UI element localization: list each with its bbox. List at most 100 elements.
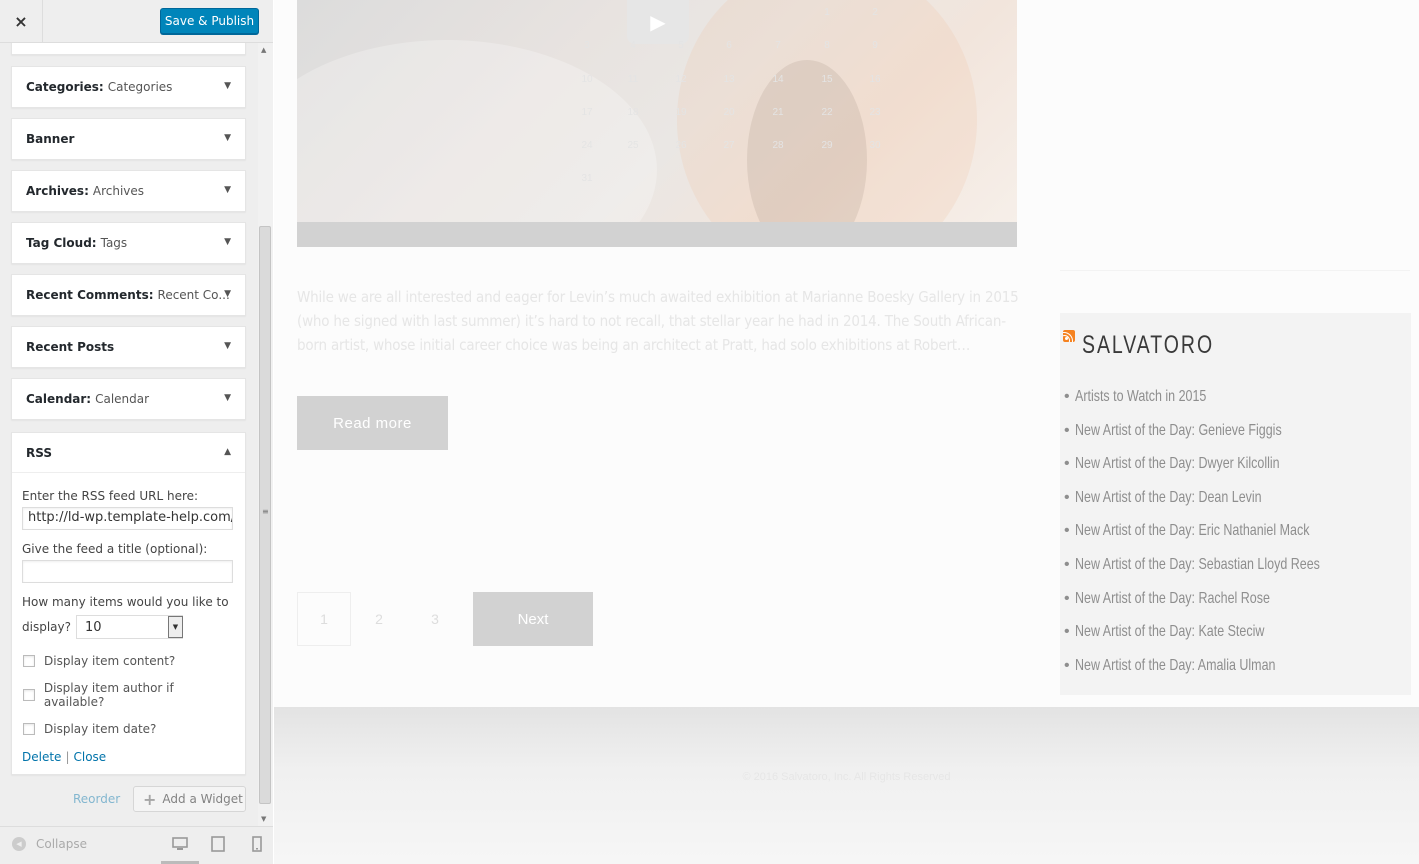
widget-tag-cloud[interactable]: Tag Cloud: Tags ▼: [11, 222, 246, 264]
show-content-checkbox[interactable]: [23, 655, 35, 667]
calendar-day: 1: [824, 7, 830, 18]
rss-feed-item[interactable]: • New Artist of the Day: Eric Nathaniel M…: [1064, 522, 1404, 556]
show-author-checkbox[interactable]: [23, 689, 35, 701]
widget-header[interactable]: Recent Posts ▼: [12, 327, 245, 367]
save-publish-button[interactable]: Save & Publish: [160, 8, 259, 34]
rss-feed-widget: SALVATORO • Artists to Watch in 2015 • New …: [1060, 313, 1411, 695]
calendar-day: 11: [627, 74, 639, 85]
pagination-next-button[interactable]: Next: [473, 592, 593, 646]
rss-feed-item-link[interactable]: New Artist of the Day: Kate Steciw: [1075, 623, 1264, 641]
rss-feed-item-link[interactable]: New Artist of the Day: Dean Levin: [1075, 489, 1262, 507]
rss-feed-item[interactable]: • New Artist of the Day: Rachel Rose: [1064, 590, 1404, 624]
pagination-page-2[interactable]: 2: [352, 592, 406, 646]
widget-header[interactable]: Calendar: Calendar ▼: [12, 379, 245, 419]
widget-archives[interactable]: Archives: Archives ▼: [11, 170, 246, 212]
arrow-down-icon[interactable]: ▼: [224, 133, 231, 143]
add-widget-button[interactable]: + Add a Widget: [133, 786, 246, 812]
widget-header[interactable]: Categories: Categories ▼: [12, 67, 245, 107]
post-excerpt: While we are all interested and eager fo…: [297, 288, 1019, 354]
delete-link[interactable]: Delete: [22, 750, 61, 764]
pagination-page-1[interactable]: 1: [297, 592, 351, 646]
calendar-day: 30: [869, 140, 881, 151]
rss-feed-item-link[interactable]: New Artist of the Day: Eric Nathaniel Ma…: [1075, 522, 1309, 540]
separator: |: [65, 750, 70, 764]
calendar-day: 14: [772, 74, 784, 85]
widget-header[interactable]: Tag Cloud: Tags ▼: [12, 223, 245, 263]
pagination-page-3[interactable]: 3: [408, 592, 462, 646]
rss-url-input[interactable]: http://ld-wp.template-help.com/\: [22, 507, 233, 530]
rss-icon[interactable]: [1063, 330, 1075, 342]
widget-partial: [11, 43, 246, 55]
rss-feed-item[interactable]: • New Artist of the Day: Dwyer Kilcollin: [1064, 455, 1404, 489]
widget-banner[interactable]: Banner ▼: [11, 118, 246, 160]
tablet-icon[interactable]: [209, 835, 227, 853]
calendar-day: 2: [872, 7, 878, 18]
rss-feed-item-link[interactable]: Artists to Watch in 2015: [1075, 388, 1206, 406]
widget-header[interactable]: Archives: Archives ▼: [12, 171, 245, 211]
widget-title: Recent Posts: [26, 340, 115, 354]
widget-instance-title: Recent Co...: [157, 288, 230, 302]
scroll-down-icon[interactable]: ▼: [261, 815, 266, 823]
play-icon[interactable]: ▶: [627, 0, 689, 44]
widget-header[interactable]: Banner ▼: [12, 119, 245, 159]
site-preview: ▶ While we are all interested and eager …: [274, 0, 1419, 864]
close-icon[interactable]: ×: [0, 0, 43, 42]
rss-feed-item[interactable]: • New Artist of the Day: Dean Levin: [1064, 489, 1404, 523]
widget-recent-comments[interactable]: Recent Comments: Recent Co... ▼: [11, 274, 246, 316]
widget-header[interactable]: RSS ▲: [12, 433, 245, 473]
scrollbar-thumb[interactable]: ≡: [259, 226, 271, 804]
rss-count-label: How many items would you like to: [22, 595, 229, 609]
rss-url-label: Enter the RSS feed URL here:: [22, 489, 199, 503]
rss-feed-item-link[interactable]: New Artist of the Day: Rachel Rose: [1075, 590, 1270, 608]
arrow-up-icon[interactable]: ▲: [224, 447, 231, 457]
widget-header[interactable]: Recent Comments: Recent Co... ▼: [12, 275, 245, 315]
bullet-icon: •: [1064, 555, 1070, 573]
rss-feed-item-link[interactable]: New Artist of the Day: Dwyer Kilcollin: [1075, 455, 1280, 473]
arrow-down-icon[interactable]: ▼: [224, 289, 231, 299]
collapse-button[interactable]: ◀ Collapse: [12, 837, 87, 851]
arrow-down-icon[interactable]: ▼: [224, 341, 231, 351]
video-embed[interactable]: ▶: [297, 0, 1017, 222]
read-more-button[interactable]: Read more: [297, 396, 448, 450]
mobile-icon[interactable]: [248, 835, 266, 853]
arrow-down-icon[interactable]: ▼: [224, 393, 231, 403]
copyright-text: © 2016 Salvatoro, Inc. All Rights Reserv…: [742, 771, 951, 783]
rss-count-select[interactable]: 10 ▼: [75, 615, 183, 639]
calendar-widget: 1 2 3 4 5 6 7 8 9 10 11 12 13 14 15 16 17 18 19 20 21 22 23 24 2…: [581, 0, 1410, 200]
collapse-label: Collapse: [36, 837, 87, 851]
video-control-bar[interactable]: [297, 222, 1017, 247]
bullet-icon: •: [1064, 656, 1070, 674]
widget-title: Calendar:: [26, 392, 92, 406]
sidebar-scrollbar[interactable]: ▲ ≡ ▼: [258, 43, 273, 826]
rss-feed-item[interactable]: • New Artist of the Day: Kate Steciw: [1064, 623, 1404, 657]
rss-feed-item-link[interactable]: New Artist of the Day: Genieve Figgis: [1075, 422, 1282, 440]
arrow-down-icon[interactable]: ▼: [224, 81, 231, 91]
plus-icon: +: [143, 789, 157, 809]
desktop-icon[interactable]: [171, 835, 189, 853]
widget-title: Banner: [26, 132, 75, 146]
scroll-up-icon[interactable]: ▲: [261, 46, 266, 54]
widget-calendar[interactable]: Calendar: Calendar ▼: [11, 378, 246, 420]
arrow-down-icon[interactable]: ▼: [224, 185, 231, 195]
chevron-down-icon[interactable]: ▼: [167, 616, 183, 638]
rss-feed-item-link[interactable]: New Artist of the Day: Sebastian Lloyd R…: [1075, 556, 1320, 574]
widget-title: Archives:: [26, 184, 89, 198]
customizer-header: × Save & Publish: [0, 0, 273, 43]
rss-feed-item[interactable]: • New Artist of the Day: Sebastian Lloyd …: [1064, 556, 1404, 590]
show-date-checkbox[interactable]: [23, 723, 35, 735]
reorder-link[interactable]: Reorder: [73, 792, 120, 806]
rss-count-label-cont: display?: [22, 620, 71, 634]
widget-title: Tag Cloud:: [26, 236, 97, 250]
rss-feed-item[interactable]: • New Artist of the Day: Amalia Ulman: [1064, 657, 1404, 691]
widget-instance-title: Archives: [92, 184, 145, 198]
rss-feed-item[interactable]: • Artists to Watch in 2015: [1064, 388, 1404, 422]
rss-title-input[interactable]: [22, 560, 233, 583]
calendar-day: 20: [723, 107, 735, 118]
close-link[interactable]: Close: [73, 750, 106, 764]
rss-feed-item-link[interactable]: New Artist of the Day: Amalia Ulman: [1075, 657, 1275, 675]
rss-feed-title[interactable]: SALVATORO: [1082, 331, 1214, 360]
rss-feed-item[interactable]: • New Artist of the Day: Genieve Figgis: [1064, 422, 1404, 456]
arrow-down-icon[interactable]: ▼: [224, 237, 231, 247]
widget-categories[interactable]: Categories: Categories ▼: [11, 66, 246, 108]
widget-recent-posts[interactable]: Recent Posts ▼: [11, 326, 246, 368]
